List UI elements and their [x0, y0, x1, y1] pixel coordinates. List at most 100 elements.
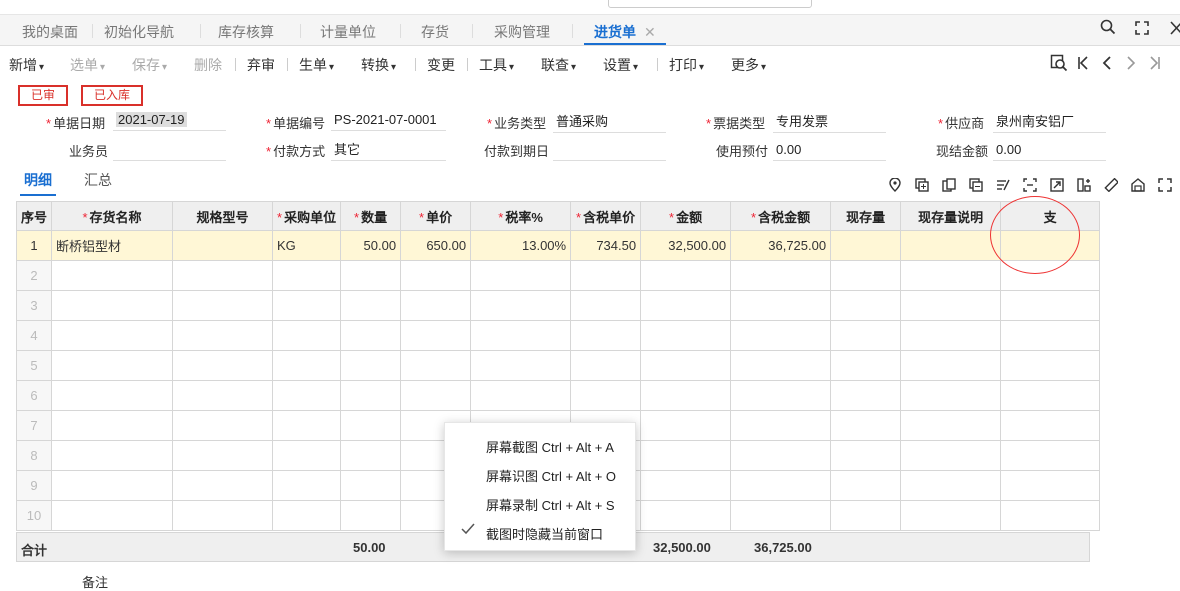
cell-amount[interactable] — [640, 380, 732, 411]
cell-tax-amount[interactable] — [730, 290, 832, 321]
cell-qty[interactable] — [340, 350, 402, 381]
delete-row-icon[interactable] — [969, 178, 983, 192]
col-unit[interactable]: * 采购单位 — [272, 201, 342, 231]
add-button[interactable]: 新增 ▾ — [9, 55, 44, 75]
table-row[interactable]: 6 — [15, 380, 1101, 411]
cell-name[interactable] — [51, 470, 174, 501]
cell-qty[interactable] — [340, 290, 402, 321]
cell-stock-note[interactable] — [900, 290, 1002, 321]
cell-stock[interactable] — [830, 350, 902, 381]
cell-name[interactable]: 断桥铝型材 — [51, 230, 174, 261]
tools-button[interactable]: 工具 ▾ — [479, 55, 514, 75]
menu-item-screen-ocr[interactable]: 屏幕识图 Ctrl + Alt + O — [486, 466, 616, 485]
cell-stock[interactable] — [830, 410, 902, 441]
cell-tax-amount[interactable] — [730, 380, 832, 411]
cell-spec[interactable] — [172, 230, 274, 261]
tab-purchase[interactable]: 采购管理 — [494, 15, 550, 45]
cell-tax-rate[interactable] — [470, 350, 572, 381]
cell-name[interactable] — [51, 500, 174, 531]
cell-qty[interactable] — [340, 260, 402, 291]
last-record-icon[interactable] — [1149, 55, 1161, 76]
cell-extra[interactable] — [1000, 350, 1101, 381]
supplier-field[interactable]: 泉州南安铝厂 — [993, 113, 1106, 133]
cell-amount[interactable] — [640, 470, 732, 501]
cell-stock-note[interactable] — [900, 230, 1002, 261]
pay-due-field[interactable] — [553, 141, 666, 161]
cell-qty[interactable] — [340, 320, 402, 351]
cell-spec[interactable] — [172, 470, 274, 501]
prepay-field[interactable]: 0.00 — [773, 141, 886, 161]
convert-button[interactable]: 转换 ▾ — [361, 55, 396, 75]
cell-amount[interactable] — [640, 290, 732, 321]
cell-amount[interactable] — [640, 260, 732, 291]
top-search-box[interactable] — [608, 0, 812, 8]
cell-stock[interactable] — [830, 260, 902, 291]
lookup-button[interactable]: 联查 ▾ — [541, 55, 576, 75]
cell-spec[interactable] — [172, 410, 274, 441]
menu-item-screen-record[interactable]: 屏幕录制 Ctrl + Alt + S — [486, 495, 615, 514]
settings-button[interactable]: 设置 ▾ — [603, 55, 638, 75]
cell-qty[interactable]: 50.00 — [340, 230, 402, 261]
unaudit-button[interactable]: 弃审 — [247, 55, 275, 75]
cell-amount[interactable] — [640, 500, 732, 531]
cell-stock[interactable] — [830, 320, 902, 351]
import-icon[interactable] — [1050, 178, 1064, 192]
cell-extra[interactable] — [1000, 470, 1101, 501]
invoice-type-field[interactable]: 专用发票 — [773, 113, 886, 133]
doc-date-field[interactable]: 2021-07-19 — [113, 111, 226, 131]
cell-tax-rate[interactable] — [470, 320, 572, 351]
tab-units[interactable]: 计量单位 — [320, 15, 376, 45]
ruler-icon[interactable] — [1104, 177, 1120, 193]
cell-extra[interactable] — [1000, 410, 1101, 441]
biz-type-field[interactable]: 普通采购 — [553, 113, 666, 133]
cell-qty[interactable] — [340, 440, 402, 471]
cell-spec[interactable] — [172, 260, 274, 291]
delete-button[interactable]: 删除 — [194, 55, 222, 75]
cell-stock-note[interactable] — [900, 260, 1002, 291]
menu-item-screenshot[interactable]: 屏幕截图 Ctrl + Alt + A — [486, 437, 614, 456]
col-name[interactable]: * 存货名称 — [51, 201, 174, 231]
cell-price[interactable] — [400, 260, 472, 291]
menu-item-hide-window[interactable]: 截图时隐藏当前窗口 — [486, 524, 603, 543]
cell-spec[interactable] — [172, 290, 274, 321]
col-tax-price[interactable]: * 含税单价 — [570, 201, 642, 231]
col-price[interactable]: * 单价 — [400, 201, 472, 231]
cell-unit[interactable] — [272, 260, 342, 291]
col-qty[interactable]: * 数量 — [340, 201, 402, 231]
cell-unit[interactable] — [272, 350, 342, 381]
cell-tax-price[interactable] — [570, 290, 642, 321]
cell-stock-note[interactable] — [900, 500, 1002, 531]
cell-qty[interactable] — [340, 380, 402, 411]
cell-unit[interactable] — [272, 320, 342, 351]
cell-tax-rate[interactable]: 13.00% — [470, 230, 572, 261]
cell-unit[interactable]: KG — [272, 230, 342, 261]
prev-record-icon[interactable] — [1101, 55, 1113, 76]
col-stock-note[interactable]: 现存量说明 — [900, 201, 1002, 231]
cell-name[interactable] — [51, 410, 174, 441]
cell-extra[interactable] — [1000, 500, 1101, 531]
change-button[interactable]: 变更 — [427, 55, 455, 75]
next-record-icon[interactable] — [1125, 55, 1137, 76]
cell-spec[interactable] — [172, 440, 274, 471]
tab-purchase-receipt[interactable]: 进货单 ✕ — [584, 15, 666, 45]
cell-stock[interactable] — [830, 500, 902, 531]
tab-detail[interactable]: 明细 — [20, 170, 56, 196]
first-record-icon[interactable] — [1077, 55, 1089, 76]
cell-tax-price[interactable] — [570, 260, 642, 291]
search-icon[interactable] — [1100, 19, 1116, 39]
close-icon[interactable] — [1170, 21, 1180, 38]
cell-tax-amount[interactable] — [730, 350, 832, 381]
cell-tax-rate[interactable] — [470, 260, 572, 291]
cell-name[interactable] — [51, 320, 174, 351]
cell-tax-price[interactable] — [570, 380, 642, 411]
tab-init-nav[interactable]: 初始化导航 — [104, 15, 174, 45]
cell-amount[interactable]: 32,500.00 — [640, 230, 732, 261]
location-pin-icon[interactable] — [888, 177, 902, 192]
table-row[interactable]: 5 — [15, 350, 1101, 381]
print-button[interactable]: 打印 ▾ — [669, 55, 704, 75]
maximize-icon[interactable] — [1135, 21, 1149, 38]
cell-tax-rate[interactable] — [470, 290, 572, 321]
cell-price[interactable] — [400, 290, 472, 321]
cell-price[interactable] — [400, 350, 472, 381]
warehouse-icon[interactable] — [1131, 178, 1145, 192]
